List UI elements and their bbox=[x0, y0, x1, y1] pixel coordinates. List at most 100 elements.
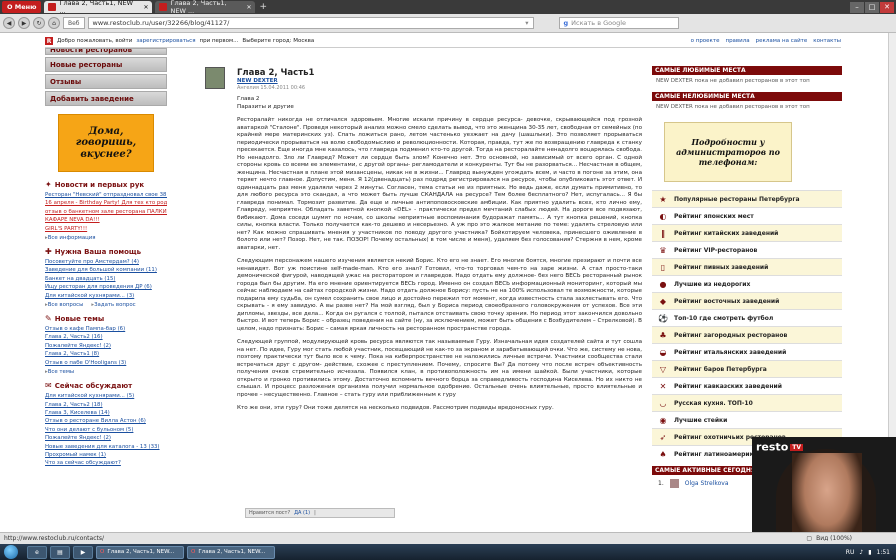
list-item[interactable]: Ищу ресторан для проведения ДР (6) bbox=[45, 283, 167, 291]
media-icon[interactable]: ▶ bbox=[73, 545, 93, 559]
avatar bbox=[669, 479, 679, 488]
more-link[interactable]: Все вопросы bbox=[45, 302, 84, 308]
close-window-icon[interactable]: ✕ bbox=[880, 1, 894, 13]
reload-icon[interactable]: ↻ bbox=[33, 17, 45, 29]
list-item[interactable]: Для китайской кухнярами... (3) bbox=[45, 292, 167, 300]
taskbar-app-opera[interactable]: O Глава 2, Часть1, NEW... bbox=[187, 545, 275, 559]
rating-item[interactable]: ◆ Рейтинг восточных заведений bbox=[652, 292, 842, 309]
list-item[interactable]: Для китайской кухнярами... (5) bbox=[45, 392, 167, 400]
user-name[interactable]: Olga Strelkova bbox=[685, 480, 729, 487]
sidebar-item-news[interactable]: Новости ресторанов bbox=[45, 48, 167, 55]
list-item[interactable]: КАФАРЕ NEVA DA!!! bbox=[45, 216, 167, 224]
list-item[interactable]: Пожалейте Яндекс! (2) bbox=[45, 434, 167, 442]
list-item[interactable]: Новые заведения для каталога - 13 (33) bbox=[45, 443, 167, 451]
rating-item[interactable]: ♛ Рейтинг VIP-ресторанов bbox=[652, 241, 842, 258]
list-item[interactable]: Посоветуйте про Амстердам? (4) bbox=[45, 258, 167, 266]
tab-active[interactable]: Глава 2, Часть1, NEW ... ✕ bbox=[44, 0, 153, 15]
unloved-places-empty: NEW DEXTER пока не добавил ресторанов в … bbox=[656, 104, 810, 110]
close-tab-icon[interactable]: ✕ bbox=[143, 4, 148, 11]
tree-icon: ♣ bbox=[659, 330, 667, 340]
top-link-rules[interactable]: правила bbox=[725, 38, 749, 44]
welcome-text[interactable]: Добро пожаловать, войти bbox=[57, 38, 132, 44]
rating-item[interactable]: ▽ Рейтинг баров Петербурга bbox=[652, 360, 842, 377]
list-item[interactable]: Ресторан "Невский" отпраздновал свое 38 … bbox=[45, 191, 167, 199]
rating-item[interactable]: ● Лучшие из недорогих bbox=[652, 275, 842, 292]
ball-icon: ⚽ bbox=[658, 313, 668, 323]
taskbar-app-opera[interactable]: O Глава 2, Часть1, NEW... bbox=[96, 545, 184, 559]
list-item[interactable]: Глава 2, Часть2 (16) bbox=[45, 333, 167, 341]
top-links: о проекте правила реклама на сайте конта… bbox=[691, 38, 841, 44]
rating-item[interactable]: ◡ Русская кухня. ТОП-10 bbox=[652, 394, 842, 411]
author-link[interactable]: NEW DEXTER bbox=[237, 78, 278, 84]
post-paragraph: Следующим персонажем нашего изучения явл… bbox=[237, 258, 642, 332]
ad-banner[interactable]: Дома, говоришь, вкуснее? bbox=[58, 114, 154, 172]
chevron-down-icon[interactable]: ▾ bbox=[525, 19, 528, 27]
more-link[interactable]: Все информация bbox=[45, 235, 96, 241]
rating-item[interactable]: ★ Популярные рестораны Петербурга bbox=[652, 190, 842, 207]
zoom-control[interactable]: ▢ Вид (100%) bbox=[806, 535, 852, 542]
more-link[interactable]: Задать вопрос bbox=[91, 302, 136, 308]
rating-item[interactable]: ⚽ Топ-10 где смотреть футбол bbox=[652, 309, 842, 326]
list-item[interactable]: Пожалейте Яндекс! (2) bbox=[45, 342, 167, 350]
back-icon[interactable]: ◀ bbox=[3, 17, 15, 29]
list-item[interactable]: 16 апреля - Birthday Party! Для тех кто … bbox=[45, 199, 167, 207]
glass-icon: ▽ bbox=[659, 364, 667, 374]
url-security-badge[interactable]: Веб bbox=[63, 17, 85, 29]
rating-item[interactable]: ✕ Рейтинг кавказских заведений bbox=[652, 377, 842, 394]
list-item[interactable]: отзыв о банкетном зале ресторана ПАЛКИНЪ bbox=[45, 208, 167, 216]
tab-inactive[interactable]: Глава 2, Часть1, NEW ... ✕ bbox=[155, 0, 256, 15]
sidebar-item-reviews[interactable]: Отзывы bbox=[45, 74, 167, 89]
site-logo-icon[interactable]: R bbox=[45, 37, 53, 45]
list-item[interactable]: Отзыв о пабе O'Hooligans (3) bbox=[45, 359, 167, 367]
start-button[interactable] bbox=[4, 545, 18, 559]
maximize-icon[interactable]: □ bbox=[865, 1, 879, 13]
like-yes-link[interactable]: ДА (1) bbox=[294, 510, 310, 516]
volume-icon[interactable]: ♪ bbox=[859, 549, 863, 556]
list-item[interactable]: Заведение для большой компании (11) bbox=[45, 266, 167, 274]
explorer-icon[interactable]: e bbox=[27, 545, 47, 559]
list-item[interactable]: Прохромый намек (1) bbox=[45, 451, 167, 459]
browser-menu-button[interactable]: O Меню bbox=[2, 1, 42, 13]
video-player[interactable]: resto TV bbox=[752, 437, 896, 545]
search-input[interactable]: g Искать в Google bbox=[558, 17, 679, 29]
rating-item[interactable]: ◒ Рейтинг итальянских заведений bbox=[652, 343, 842, 360]
like-separator: | bbox=[314, 510, 316, 516]
rating-item[interactable]: ◐ Рейтинг японских мест bbox=[652, 207, 842, 224]
top-link-ads[interactable]: реклама на сайте bbox=[756, 38, 808, 44]
list-item[interactable]: Отзыв о ресторане Вилла Астон (6) bbox=[45, 417, 167, 425]
rating-item[interactable]: ♣ Рейтинг загородных ресторанов bbox=[652, 326, 842, 343]
author-avatar[interactable] bbox=[205, 67, 225, 89]
forward-icon[interactable]: ▶ bbox=[18, 17, 30, 29]
rating-item[interactable]: ▯ Рейтинг пивных заведений bbox=[652, 258, 842, 275]
list-item[interactable]: Что за сейчас обсуждают? bbox=[45, 459, 167, 467]
admin-phone-banner[interactable]: Подробности у администраторов по телефон… bbox=[664, 122, 792, 182]
chopsticks-icon: ‖ bbox=[661, 228, 665, 238]
list-item[interactable]: Глава 2, Часть1 (8) bbox=[45, 350, 167, 358]
city-selector[interactable]: Выберите город: Москва bbox=[242, 38, 314, 44]
register-link[interactable]: зарегистрироваться bbox=[136, 38, 195, 44]
rating-item[interactable]: ◉ Лучшие стейки bbox=[652, 411, 842, 428]
sidebar-item-new-restaurants[interactable]: Новые рестораны bbox=[45, 57, 167, 72]
list-item[interactable]: Глава 2, Часть2 (18) bbox=[45, 401, 167, 409]
tab-title: Глава 2, Часть1, NEW ... bbox=[59, 0, 134, 15]
list-item[interactable]: Глава 3, Киселева (14) bbox=[45, 409, 167, 417]
list-item[interactable]: Банкет на двадцать (15) bbox=[45, 275, 167, 283]
network-icon[interactable]: ▮ bbox=[868, 549, 871, 556]
minimize-icon[interactable]: – bbox=[850, 1, 864, 13]
clock[interactable]: 1:51 bbox=[877, 549, 890, 556]
folder-icon[interactable]: ▤ bbox=[50, 545, 70, 559]
list-item[interactable]: GIRL'S PARTY!!! bbox=[45, 225, 167, 233]
more-link[interactable]: Все темы bbox=[45, 369, 74, 375]
url-input[interactable]: www.restoclub.ru/user/32266/blog/41127/ … bbox=[87, 17, 534, 29]
rating-label: Рейтинг пивных заведений bbox=[674, 263, 769, 271]
rating-item[interactable]: ‖ Рейтинг китайских заведений bbox=[652, 224, 842, 241]
language-indicator[interactable]: RU bbox=[846, 549, 855, 556]
list-item[interactable]: Отзыв о кафе Пампа-бар (6) bbox=[45, 325, 167, 333]
list-item[interactable]: Что они делают с бульоном (5) bbox=[45, 426, 167, 434]
new-tab-button[interactable]: + bbox=[259, 2, 267, 12]
sidebar-item-add-place[interactable]: Добавить заведение bbox=[45, 91, 167, 106]
close-tab-icon[interactable]: ✕ bbox=[246, 4, 251, 11]
home-icon[interactable]: ⌂ bbox=[48, 17, 60, 29]
top-link-contacts[interactable]: контакты bbox=[813, 38, 841, 44]
top-link-about[interactable]: о проекте bbox=[691, 38, 720, 44]
